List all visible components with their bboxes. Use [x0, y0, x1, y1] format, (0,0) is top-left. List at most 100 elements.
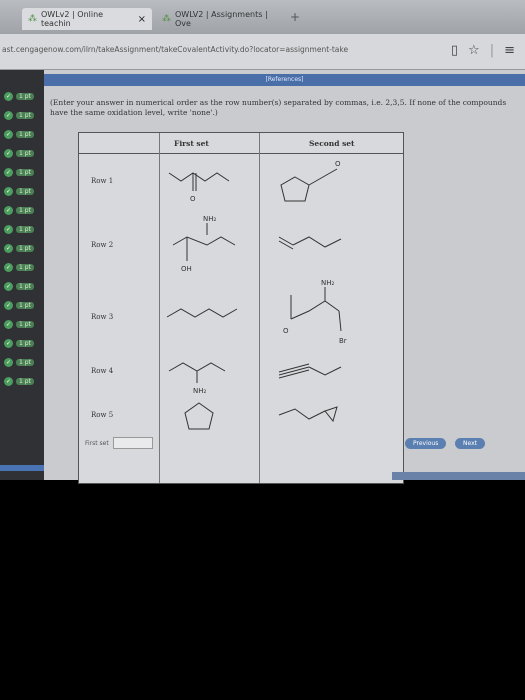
sidebar-footer-tab — [0, 465, 44, 471]
structure-row2-second — [278, 236, 342, 250]
check-icon: ✓ — [4, 243, 13, 253]
check-icon: ✓ — [4, 110, 13, 120]
atom-oh: OH — [181, 265, 192, 273]
structure-row1-second: O — [280, 160, 341, 202]
sidebar-item-label: 1 pt — [16, 263, 34, 271]
atom-o: O — [283, 327, 289, 335]
sidebar-question-item[interactable]: ✓ 1 pt — [0, 221, 44, 237]
address-bar: ast.cengagenow.com/ilrn/takeAssignment/t… — [0, 34, 525, 70]
page-content: ✓ 1 pt ✓ 1 pt ✓ 1 pt ✓ 1 pt ✓ 1 pt ✓ 1 pt ✓ 1 pt ✓ 1 pt… — [0, 70, 525, 484]
structure-row3-second: NH₂ O Br — [283, 279, 347, 345]
sidebar-item-label: 1 pt — [16, 320, 34, 328]
sidebar-item-label: 1 pt — [16, 111, 34, 119]
first-set-answer-label: First set — [85, 440, 109, 447]
structure-row4-second — [278, 363, 342, 379]
question-instructions: (Enter your answer in numerical order as… — [50, 98, 507, 117]
sidebar-question-item[interactable]: ✓ 1 pt — [0, 335, 44, 351]
question-sidebar: ✓ 1 pt ✓ 1 pt ✓ 1 pt ✓ 1 pt ✓ 1 pt ✓ 1 pt ✓ 1 pt ✓ 1 pt… — [0, 70, 44, 480]
sidebar-item-label: 1 pt — [16, 225, 34, 233]
sidebar-question-item[interactable]: ✓ 1 pt — [0, 316, 44, 332]
row-label-4: Row 4 — [91, 367, 114, 375]
sidebar-question-item[interactable]: ✓ 1 pt — [0, 259, 44, 275]
sidebar-question-item[interactable]: ✓ 1 pt — [0, 202, 44, 218]
first-set-answer-input[interactable] — [113, 437, 153, 449]
check-icon: ✓ — [4, 224, 13, 234]
check-icon: ✓ — [4, 129, 13, 139]
check-icon: ✓ — [4, 148, 13, 158]
atom-o: O — [190, 195, 196, 203]
footer-bar — [392, 472, 525, 480]
structure-row2-first: NH₂ OH — [172, 215, 236, 273]
sidebar-item-label: 1 pt — [16, 244, 34, 252]
sidebar-question-item[interactable]: ✓ 1 pt — [0, 373, 44, 389]
sidebar-item-label: 1 pt — [16, 282, 34, 290]
toolbar-icons: ▯ ☆ | ≡ — [451, 43, 515, 58]
sidebar-question-item[interactable]: ✓ 1 pt — [0, 297, 44, 313]
browser-tab-bar: ⁂ OWLv2 | Online teachin × ⁂ OWLV2 | Ass… — [0, 0, 525, 34]
atom-o: O — [335, 160, 341, 168]
sidebar-item-label: 1 pt — [16, 130, 34, 138]
sidebar-question-item[interactable]: ✓ 1 pt — [0, 354, 44, 370]
sidebar-item-label: 1 pt — [16, 358, 34, 366]
reading-view-icon[interactable]: ▯ — [451, 43, 458, 58]
sidebar-item-label: 1 pt — [16, 339, 34, 347]
column-divider — [259, 133, 260, 483]
check-icon: ✓ — [4, 319, 13, 329]
row-label-3: Row 3 — [91, 313, 114, 321]
row-label-5: Row 5 — [91, 411, 114, 419]
sidebar-question-item[interactable]: ✓ 1 pt — [0, 145, 44, 161]
atom-nh2: NH₂ — [203, 215, 217, 223]
atom-br: Br — [339, 337, 347, 345]
sidebar-question-item[interactable]: ✓ 1 pt — [0, 240, 44, 256]
sidebar-question-item[interactable]: ✓ 1 pt — [0, 126, 44, 142]
sidebar-item-label: 1 pt — [16, 92, 34, 100]
url-field[interactable]: ast.cengagenow.com/ilrn/takeAssignment/t… — [2, 45, 348, 54]
structure-row1-first: O — [168, 172, 230, 203]
check-icon: ✓ — [4, 357, 13, 367]
tab-label: OWLv2 | Online teachin — [41, 10, 104, 28]
sidebar-item-label: 1 pt — [16, 187, 34, 195]
check-icon: ✓ — [4, 205, 13, 215]
structure-row4-first: NH₂ — [168, 362, 226, 395]
sidebar-item-label: 1 pt — [16, 168, 34, 176]
check-icon: ✓ — [4, 167, 13, 177]
check-icon: ✓ — [4, 186, 13, 196]
sidebar-item-label: 1 pt — [16, 206, 34, 214]
row-label-2: Row 2 — [91, 241, 114, 249]
column-header-second-set: Second set — [309, 139, 355, 148]
sidebar-item-label: 1 pt — [16, 301, 34, 309]
references-button[interactable]: [References] — [44, 74, 525, 86]
structure-row5-first — [184, 402, 214, 430]
favorite-star-icon[interactable]: ☆ — [468, 43, 480, 58]
column-header-first-set: First set — [174, 139, 209, 148]
previous-button[interactable]: Previous — [405, 438, 447, 449]
check-icon: ✓ — [4, 338, 13, 348]
check-icon: ✓ — [4, 281, 13, 291]
structure-row3-first — [166, 308, 238, 318]
atom-nh2: NH₂ — [193, 387, 207, 395]
sidebar-question-item[interactable]: ✓ 1 pt — [0, 164, 44, 180]
divider: | — [489, 43, 495, 58]
sidebar-item-label: 1 pt — [16, 377, 34, 385]
header-divider — [79, 153, 403, 154]
close-tab-icon[interactable]: × — [138, 14, 146, 25]
structure-row5-second — [278, 406, 338, 423]
tab-owlv2-online[interactable]: ⁂ OWLv2 | Online teachin × — [22, 8, 152, 30]
tab-owlv2-assignments[interactable]: ⁂ OWLV2 | Assignments | Ove — [156, 8, 284, 30]
tab-label: OWLV2 | Assignments | Ove — [175, 10, 268, 28]
check-icon: ✓ — [4, 262, 13, 272]
sidebar-question-item[interactable]: ✓ 1 pt — [0, 107, 44, 123]
check-icon: ✓ — [4, 91, 13, 101]
check-icon: ✓ — [4, 376, 13, 386]
sidebar-question-item[interactable]: ✓ 1 pt — [0, 183, 44, 199]
check-icon: ✓ — [4, 300, 13, 310]
compounds-table: First set Second set Row 1 Row 2 Row 3 R… — [78, 132, 404, 484]
menu-icon[interactable]: ≡ — [504, 43, 515, 58]
next-button[interactable]: Next — [455, 438, 485, 449]
new-tab-button[interactable]: + — [290, 10, 300, 24]
sidebar-question-item[interactable]: ✓ 1 pt — [0, 88, 44, 104]
atom-nh2: NH₂ — [321, 279, 335, 287]
owl-favicon-icon: ⁂ — [28, 14, 37, 24]
sidebar-item-label: 1 pt — [16, 149, 34, 157]
sidebar-question-item[interactable]: ✓ 1 pt — [0, 278, 44, 294]
